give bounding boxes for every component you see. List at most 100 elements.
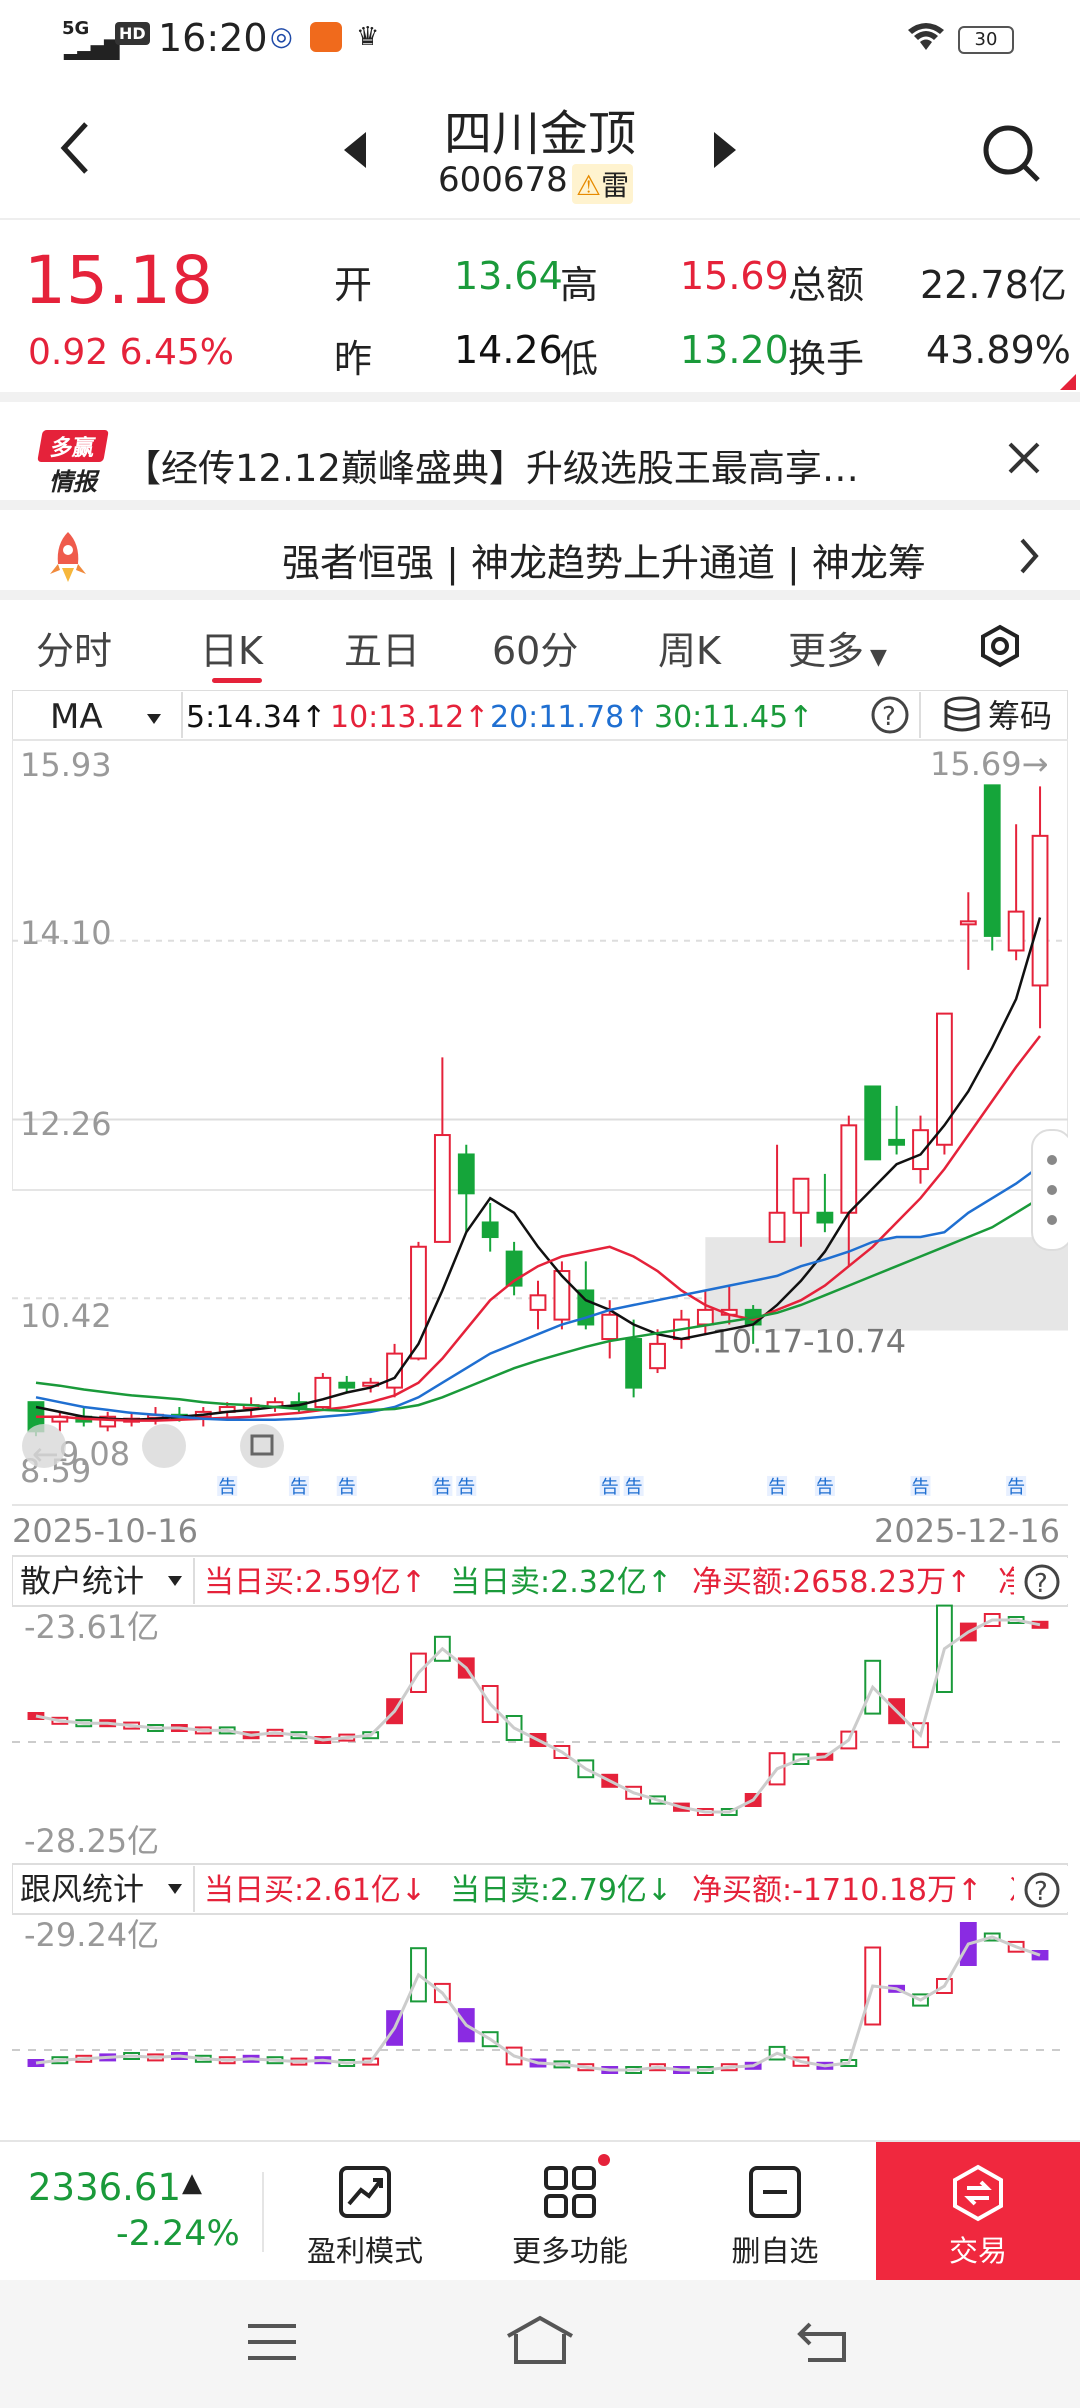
chips-label: 筹码 — [988, 697, 1052, 735]
candle-body — [864, 1085, 882, 1161]
risk-tag-label: 雷 — [601, 169, 630, 202]
stock-code: 600678 — [438, 160, 568, 200]
price-axis-labels: 15.93 14.10 12.26 10.42 8.59 — [20, 746, 112, 1490]
tab-weekly[interactable]: 周K — [658, 620, 721, 675]
ma10-value: 10:13.12↑ — [330, 700, 489, 735]
panel2-name[interactable]: 跟风统计 — [20, 1872, 144, 1908]
settings-hex-icon — [981, 624, 1019, 668]
ad-banner[interactable]: 多赢 情报 【经传12.12巅峰盛典】升级选股王最高享… — [0, 412, 1080, 510]
chart-more-button[interactable] — [1031, 1129, 1073, 1251]
close-icon — [1008, 442, 1040, 474]
notice-label: 告 — [816, 1477, 834, 1498]
turnover-label: 换手 — [788, 337, 865, 381]
chart-settings-button[interactable] — [978, 624, 1022, 672]
panel1-bottom-label: -28.25亿 — [24, 1822, 159, 1860]
prev-close-value: 14.26 — [454, 328, 563, 372]
amount-label: 总额 — [788, 263, 865, 307]
banner-more-button[interactable] — [1018, 536, 1040, 580]
panel1-sell: 当日卖:2.32亿↑ — [450, 1565, 672, 1600]
remove-watchlist-button[interactable]: 删自选 — [710, 2142, 840, 2282]
search-button[interactable] — [982, 124, 1042, 188]
price-label-top: 15.93 — [20, 746, 112, 784]
price-label-4: 10.42 — [20, 1297, 112, 1335]
date-end: 2025-12-16 — [874, 1512, 1060, 1550]
ad-logo: 多赢 情报 — [37, 430, 109, 496]
tab-daily[interactable]: 日K — [200, 620, 263, 675]
kline-svg[interactable]: MA 5:14.34↑ 10:13.12↑ 20:11.78↑ 30:11.45… — [11, 689, 1073, 2140]
candle-body — [553, 1270, 571, 1321]
tab-more[interactable]: 更多 ▼ — [788, 620, 887, 675]
candle-body — [601, 1313, 619, 1341]
more-functions-button[interactable]: 更多功能 — [500, 2142, 640, 2282]
index-value[interactable]: 2336.61 — [28, 2166, 181, 2209]
tab-60min[interactable]: 60分 — [492, 620, 578, 675]
help-icon[interactable]: ? — [1014, 1558, 1068, 1604]
candle-body — [433, 1134, 451, 1243]
notice-label: 告 — [768, 1477, 786, 1498]
candle-body — [338, 1381, 356, 1389]
ma30-value: 30:11.45↑ — [654, 700, 813, 735]
quote-panel: 15.18 0.92 6.45% 开 13.64 高 15.69 总额 22.7… — [0, 222, 1080, 402]
help-icon[interactable]: ? — [1014, 1866, 1068, 1912]
hd-icon: HD — [115, 22, 150, 45]
back-nav-button[interactable] — [796, 2318, 852, 2370]
notice-label: 告 — [433, 1477, 451, 1498]
menu-nav-button[interactable] — [244, 2320, 300, 2368]
candle-body — [1007, 910, 1025, 952]
panel2-top-label: -29.24亿 — [24, 1916, 159, 1954]
trade-label: 交易 — [948, 2234, 1007, 2268]
remove-watchlist-label: 删自选 — [731, 2234, 819, 2268]
tab-five-day[interactable]: 五日 — [344, 620, 420, 675]
tab-intraday[interactable]: 分时 — [36, 620, 112, 675]
svg-text:?: ? — [882, 702, 896, 732]
risk-tag[interactable]: ⚠雷 — [572, 164, 634, 204]
trend-chart-icon — [339, 2166, 391, 2218]
status-bar: 5G ▂▃▅▇ HD 16:20 ◎ ♛ 30 — [0, 0, 1080, 80]
trade-button[interactable]: 交易 — [876, 2142, 1080, 2282]
notice-label: 告 — [912, 1477, 930, 1498]
tab-more-label: 更多 — [788, 629, 865, 673]
profit-mode-label: 盈利模式 — [306, 2234, 423, 2268]
panel1-bars — [27, 1604, 1049, 1816]
notice-label: 告 — [1007, 1477, 1025, 1498]
notice-label: 告 — [601, 1477, 619, 1498]
notice-markers[interactable]: 告告告告告告告告告告告 — [217, 1476, 1027, 1498]
candle-body — [649, 1342, 666, 1370]
active-tab-indicator — [212, 678, 262, 683]
profit-mode-button[interactable]: 盈利模式 — [300, 2142, 430, 2282]
candle-body — [696, 1308, 714, 1326]
price-label-3: 12.26 — [20, 1105, 112, 1143]
home-nav-button[interactable] — [504, 2314, 576, 2370]
panel1-name[interactable]: 散户统计 — [20, 1564, 144, 1600]
notification-dot — [598, 2154, 610, 2166]
panel2-net: 净买额:-1710.18万↑ — [692, 1873, 982, 1908]
strategy-banner[interactable]: 强者恒强 | 神龙趋势上升通道 | 神龙筹 — [0, 520, 1080, 600]
battery-level: 30 — [974, 29, 998, 50]
candle-body — [314, 1376, 332, 1409]
next-stock-button[interactable] — [712, 130, 738, 174]
ma10-line — [36, 1035, 1041, 1422]
open-value: 13.64 — [454, 254, 563, 298]
stock-header: 四川金顶 600678 ⚠雷 — [0, 80, 1080, 220]
candle-body — [1031, 834, 1049, 987]
candle-body — [529, 1294, 547, 1311]
ad-text: 【经传12.12巅峰盛典】升级选股王最高享… — [124, 447, 859, 490]
svg-text:?: ? — [1034, 1569, 1048, 1599]
ad-logo-bottom: 情报 — [49, 468, 97, 496]
panel1-net: 净买额:2658.23万↑ — [692, 1565, 971, 1600]
period-tabs: 分时 日K 五日 60分 周K 更多 ▼ — [0, 598, 1080, 693]
grid-icon — [544, 2166, 596, 2218]
signal-icon: ▂▃▅▇ — [64, 36, 120, 60]
warning-icon: ⚠ — [576, 169, 602, 202]
notice-label: 告 — [457, 1477, 475, 1498]
close-ad-button[interactable] — [1006, 440, 1042, 480]
candle-body — [959, 920, 977, 926]
indicator-select[interactable]: MA — [50, 697, 103, 737]
triangle-right-icon — [714, 132, 736, 168]
minus-box-icon — [749, 2166, 801, 2218]
notice-label: 告 — [218, 1477, 236, 1498]
trade-hex-icon — [953, 2164, 1003, 2222]
search-icon — [983, 125, 1040, 182]
kline-chart-area: MA 5:14.34↑ 10:13.12↑ 20:11.78↑ 30:11.45… — [11, 689, 1073, 2140]
chevron-right-icon — [1020, 538, 1039, 574]
